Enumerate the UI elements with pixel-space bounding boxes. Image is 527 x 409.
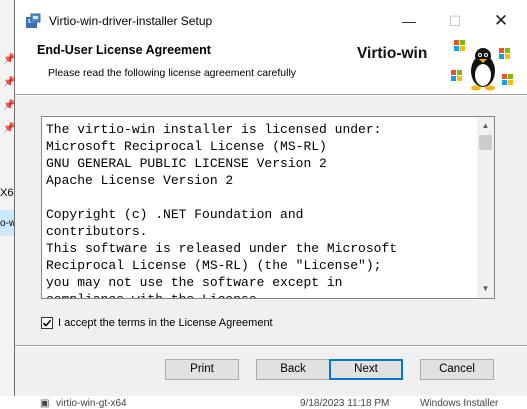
pin-icon: 📌 — [3, 54, 16, 65]
accept-terms-label[interactable]: I accept the terms in the License Agreem… — [58, 317, 273, 329]
scroll-down-icon[interactable]: ▼ — [477, 281, 494, 297]
file-type: Windows Installer — [420, 398, 499, 409]
license-scrollbar[interactable]: ▲ ▼ — [477, 117, 494, 298]
window-title: Virtio-win-driver-installer Setup — [49, 14, 213, 28]
file-date: 9/18/2023 11:18 PM — [300, 398, 390, 409]
file-name: virtio-win-gt-x64 — [56, 398, 127, 409]
cancel-button[interactable]: Cancel — [420, 359, 494, 380]
footer-divider-highlight — [15, 346, 527, 347]
accept-terms-checkbox[interactable] — [41, 317, 53, 329]
background-file-row: ▣ virtio-win-gt-x64 9/18/2023 11:18 PM W… — [0, 396, 527, 409]
scroll-up-icon[interactable]: ▲ — [477, 118, 494, 134]
pin-icon: 📌 — [3, 123, 16, 134]
scrollbar-thumb[interactable] — [479, 135, 492, 150]
file-icon: ▣ — [40, 398, 50, 409]
background-explorer-pane: 📌 📌 📌 📌 — [0, 0, 16, 408]
license-text-box[interactable]: The virtio-win installer is licensed und… — [41, 116, 495, 299]
header-banner: End-User License Agreement Please read t… — [15, 30, 527, 94]
back-button[interactable]: Back — [256, 359, 330, 380]
checkmark-icon — [42, 319, 52, 327]
print-button[interactable]: Print — [165, 359, 239, 380]
product-logo-text: Virtio-win — [357, 45, 428, 62]
next-button[interactable]: Next — [329, 359, 403, 380]
pin-icon: 📌 — [3, 77, 16, 88]
installer-app-icon — [26, 13, 41, 28]
virtio-win-logo-icon — [451, 40, 513, 91]
license-text: The virtio-win installer is licensed und… — [46, 122, 398, 298]
pin-icon: 📌 — [3, 100, 16, 111]
page-heading: End-User License Agreement — [37, 43, 211, 57]
banner-divider-highlight — [15, 95, 527, 96]
setup-dialog: Virtio-win-driver-installer Setup — ☐ ✕ … — [14, 0, 527, 396]
page-subheading: Please read the following license agreem… — [48, 67, 297, 79]
